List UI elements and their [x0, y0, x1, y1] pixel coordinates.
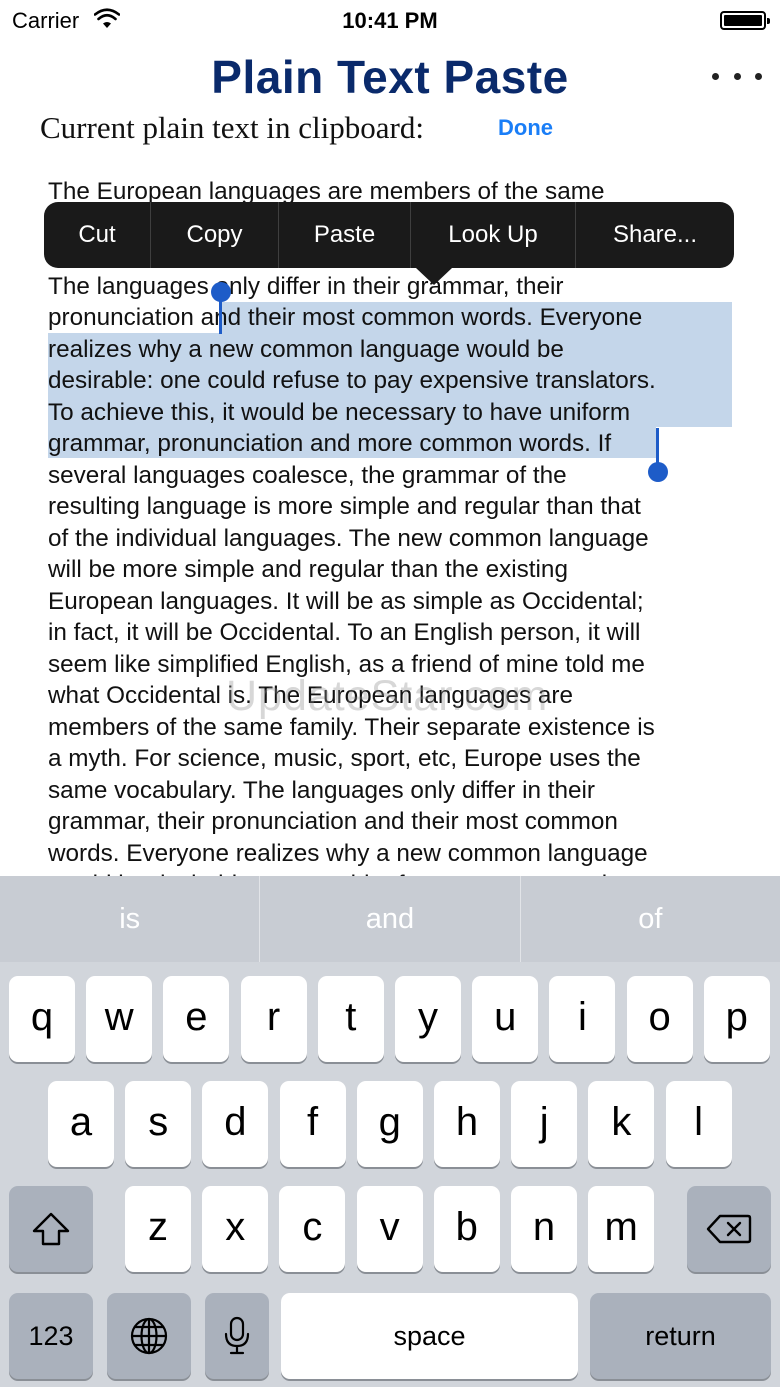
key-k[interactable]: k — [588, 1081, 655, 1167]
microphone-icon — [224, 1316, 250, 1355]
return-key[interactable]: return — [590, 1293, 771, 1379]
key-h[interactable]: h — [434, 1081, 500, 1167]
text-line: resulting language is more simple and re… — [48, 493, 641, 520]
key-f[interactable]: f — [279, 1081, 346, 1167]
share-menu-item[interactable]: Share... — [576, 202, 734, 268]
key-p[interactable]: p — [703, 976, 770, 1062]
delete-key[interactable] — [687, 1186, 771, 1272]
text-line: of the individual languages. The new com… — [48, 524, 649, 552]
suggestion-item[interactable]: is — [0, 876, 261, 962]
clipboard-label: Current plain text in clipboard: — [40, 110, 424, 145]
numbers-key[interactable]: 123 — [9, 1293, 93, 1379]
key-w[interactable]: w — [86, 976, 153, 1062]
text-line: To achieve this, it would be necessary t… — [48, 398, 631, 426]
key-i[interactable]: i — [549, 976, 616, 1062]
status-bar: Carrier 10:41 PM — [0, 0, 780, 40]
look-up-menu-item[interactable]: Look Up — [411, 202, 576, 268]
space-key[interactable]: space — [281, 1293, 578, 1379]
text-line: European languages. It will be as simple… — [48, 587, 644, 615]
suggestion-item[interactable]: and — [260, 876, 521, 962]
key-c[interactable]: c — [279, 1186, 346, 1272]
globe-key[interactable] — [107, 1293, 191, 1379]
text-line: several languages coalesce, the grammar … — [48, 461, 567, 489]
text-line: realizes why a new common language would… — [48, 335, 564, 363]
key-r[interactable]: r — [240, 976, 307, 1062]
key-a[interactable]: a — [48, 1081, 114, 1167]
text-line: desirable: one could refuse to pay expen… — [48, 367, 656, 394]
done-button[interactable]: Done — [498, 115, 553, 141]
selection-end-caret[interactable] — [656, 428, 659, 466]
suggestion-bar: is and of — [0, 876, 780, 962]
battery-icon — [720, 11, 770, 30]
page-title: Plain Text Paste — [211, 51, 569, 103]
key-e[interactable]: e — [163, 976, 230, 1062]
key-l[interactable]: l — [665, 1081, 732, 1167]
key-t[interactable]: t — [317, 976, 384, 1062]
selection-start-handle[interactable] — [211, 282, 231, 302]
clock: 10:41 PM — [342, 8, 438, 33]
shift-key[interactable] — [9, 1186, 93, 1272]
watermark: UpdateStar.com — [226, 672, 549, 720]
text-line: grammar, their pronunciation and their m… — [48, 808, 618, 835]
key-n[interactable]: n — [511, 1186, 577, 1272]
cut-menu-item[interactable]: Cut — [44, 202, 151, 268]
key-b[interactable]: b — [433, 1186, 500, 1272]
text-line: in fact, it will be Occidental. To an En… — [48, 619, 641, 646]
text-line: would be desirable: one could refuse to … — [48, 869, 744, 876]
key-v[interactable]: v — [356, 1186, 423, 1272]
key-z[interactable]: z — [125, 1186, 191, 1272]
key-q[interactable]: q — [9, 976, 75, 1062]
selection-end-handle[interactable] — [648, 462, 668, 482]
key-u[interactable]: u — [472, 976, 539, 1062]
more-options-icon[interactable] — [712, 70, 762, 82]
text-line: same vocabulary. The languages only diff… — [48, 776, 595, 804]
text-line: a myth. For science, music, sport, etc, … — [48, 745, 641, 772]
delete-icon — [706, 1214, 752, 1244]
suggestion-item[interactable]: of — [521, 876, 780, 962]
text-line: pronunciation and their most common word… — [48, 304, 643, 331]
key-s[interactable]: s — [125, 1081, 192, 1167]
key-o[interactable]: o — [626, 976, 693, 1062]
edit-menu: Cut Copy Paste Look Up Share... — [44, 202, 734, 285]
text-line: The languages only differ in their gramm… — [48, 272, 564, 300]
key-d[interactable]: d — [202, 1081, 269, 1167]
text-line: words. Everyone realizes why a new commo… — [48, 839, 648, 867]
text-line: grammar, pronunciation and more common w… — [48, 430, 612, 457]
shift-icon — [32, 1212, 70, 1246]
key-j[interactable]: j — [511, 1081, 578, 1167]
key-m[interactable]: m — [588, 1186, 655, 1272]
key-y[interactable]: y — [395, 976, 461, 1062]
keyboard: is and of 123 space return qwertyuiop asd… — [0, 876, 780, 1387]
paste-menu-item[interactable]: Paste — [279, 202, 411, 268]
text-line: will be more simple and regular than the… — [48, 556, 568, 583]
microphone-key[interactable] — [205, 1293, 269, 1379]
copy-menu-item[interactable]: Copy — [151, 202, 279, 268]
globe-icon — [130, 1317, 168, 1355]
key-g[interactable]: g — [356, 1081, 423, 1167]
key-x[interactable]: x — [202, 1186, 269, 1272]
